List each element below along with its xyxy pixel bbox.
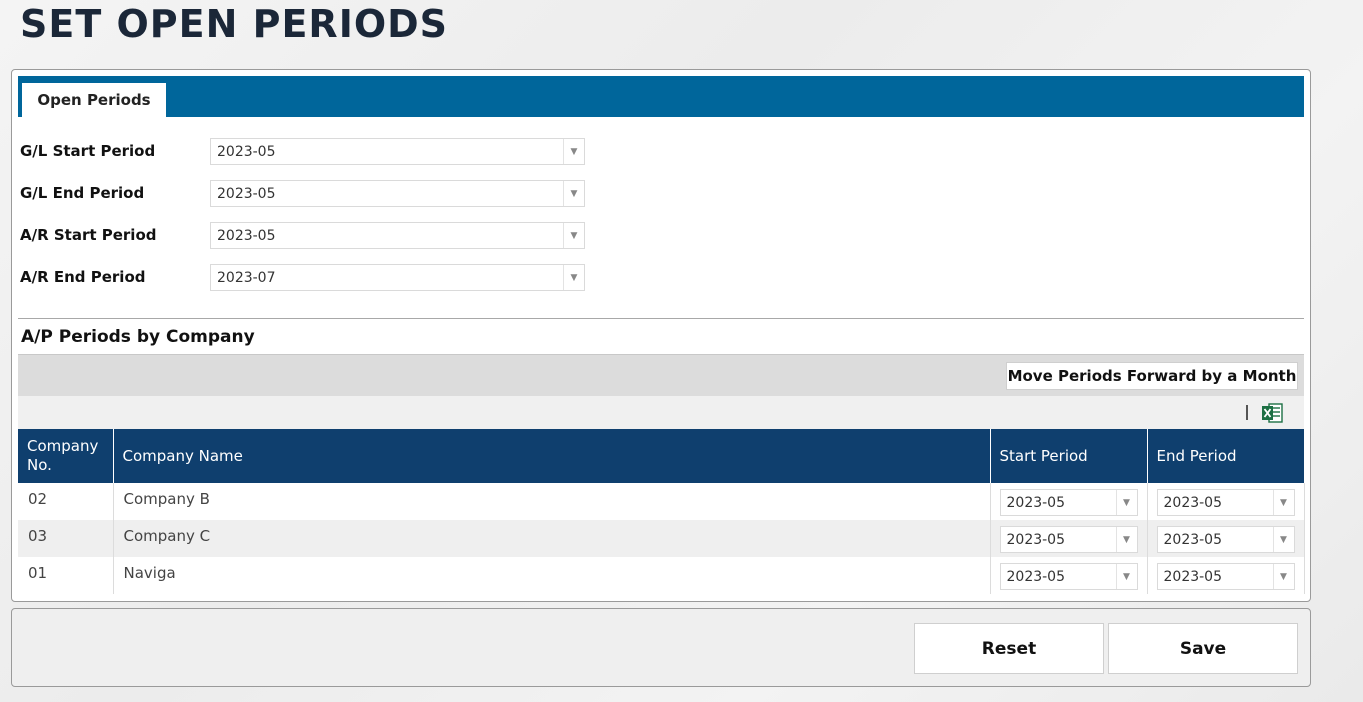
end-period-select[interactable]: 2023-05 ▼	[1156, 526, 1295, 553]
tab-bar: Open Periods	[18, 76, 1304, 117]
end-period-value: 2023-05	[1163, 532, 1223, 548]
grid-icon-bar	[18, 396, 1304, 429]
toolbar-separator	[1246, 405, 1248, 420]
column-header-end-period[interactable]: End Period	[1147, 429, 1304, 483]
end-period-select[interactable]: 2023-05 ▼	[1156, 563, 1295, 590]
chevron-down-icon[interactable]: ▼	[563, 139, 584, 164]
ap-periods-table: Company No. Company Name Start Period End…	[18, 429, 1305, 594]
ar-start-period-select[interactable]: 2023-05 ▼	[210, 222, 585, 249]
company-name-cell: Naviga	[113, 557, 991, 594]
ar-end-period-row: A/R End Period 2023-07 ▼	[20, 264, 600, 292]
gl-start-period-value: 2023-05	[217, 144, 276, 160]
start-period-select[interactable]: 2023-05 ▼	[999, 526, 1138, 553]
column-header-company-name[interactable]: Company Name	[113, 429, 991, 483]
chevron-down-icon[interactable]: ▼	[1115, 490, 1137, 515]
chevron-down-icon[interactable]: ▼	[1272, 564, 1294, 589]
move-periods-forward-button[interactable]: Move Periods Forward by a Month	[1006, 362, 1298, 390]
tab-open-periods[interactable]: Open Periods	[22, 83, 166, 117]
ar-start-period-label: A/R Start Period	[20, 226, 157, 244]
gl-start-period-label: G/L Start Period	[20, 142, 156, 160]
ar-start-period-value: 2023-05	[217, 228, 276, 244]
company-name-cell: Company C	[113, 520, 991, 557]
chevron-down-icon[interactable]: ▼	[1272, 490, 1294, 515]
ar-start-period-row: A/R Start Period 2023-05 ▼	[20, 222, 600, 250]
company-no-cell: 01	[18, 557, 114, 594]
grid-toolbar: Move Periods Forward by a Month	[18, 354, 1304, 396]
end-period-select[interactable]: 2023-05 ▼	[1156, 489, 1295, 516]
ap-section-title: A/P Periods by Company	[21, 327, 255, 347]
start-period-cell: 2023-05 ▼	[990, 483, 1148, 520]
start-period-cell: 2023-05 ▼	[990, 520, 1148, 557]
open-periods-panel: Open Periods G/L Start Period 2023-05 ▼ …	[11, 69, 1311, 602]
ar-end-period-label: A/R End Period	[20, 268, 146, 286]
company-no-cell: 02	[18, 483, 114, 520]
chevron-down-icon[interactable]: ▼	[1272, 527, 1294, 552]
page-title: SET OPEN PERIODS	[20, 2, 449, 46]
table-header-row: Company No. Company Name Start Period End…	[18, 429, 1304, 483]
ar-end-period-select[interactable]: 2023-07 ▼	[210, 264, 585, 291]
table-row: 01 Naviga 2023-05 ▼ 2023-05 ▼	[18, 557, 1305, 594]
start-period-value: 2023-05	[1006, 495, 1066, 511]
end-period-value: 2023-05	[1163, 495, 1223, 511]
table-row: 03 Company C 2023-05 ▼ 2023-05 ▼	[18, 520, 1305, 557]
table-row: 02 Company B 2023-05 ▼ 2023-05 ▼	[18, 483, 1305, 520]
section-divider	[18, 318, 1304, 319]
end-period-cell: 2023-05 ▼	[1147, 520, 1305, 557]
ar-end-period-value: 2023-07	[217, 270, 276, 286]
gl-start-period-row: G/L Start Period 2023-05 ▼	[20, 138, 600, 166]
gl-end-period-value: 2023-05	[217, 186, 276, 202]
save-button[interactable]: Save	[1108, 623, 1298, 674]
gl-end-period-select[interactable]: 2023-05 ▼	[210, 180, 585, 207]
action-bar: Reset Save	[11, 608, 1311, 687]
chevron-down-icon[interactable]: ▼	[563, 181, 584, 206]
column-header-start-period[interactable]: Start Period	[990, 429, 1148, 483]
end-period-cell: 2023-05 ▼	[1147, 483, 1305, 520]
company-no-cell: 03	[18, 520, 114, 557]
start-period-select[interactable]: 2023-05 ▼	[999, 563, 1138, 590]
end-period-cell: 2023-05 ▼	[1147, 557, 1305, 594]
column-header-company-no[interactable]: Company No.	[18, 429, 114, 483]
gl-start-period-select[interactable]: 2023-05 ▼	[210, 138, 585, 165]
reset-button[interactable]: Reset	[914, 623, 1104, 674]
chevron-down-icon[interactable]: ▼	[1115, 527, 1137, 552]
gl-end-period-label: G/L End Period	[20, 184, 145, 202]
start-period-value: 2023-05	[1006, 569, 1066, 585]
start-period-select[interactable]: 2023-05 ▼	[999, 489, 1138, 516]
chevron-down-icon[interactable]: ▼	[1115, 564, 1137, 589]
chevron-down-icon[interactable]: ▼	[563, 265, 584, 290]
chevron-down-icon[interactable]: ▼	[563, 223, 584, 248]
gl-end-period-row: G/L End Period 2023-05 ▼	[20, 180, 600, 208]
start-period-value: 2023-05	[1006, 532, 1066, 548]
excel-export-icon[interactable]	[1262, 403, 1283, 423]
start-period-cell: 2023-05 ▼	[990, 557, 1148, 594]
end-period-value: 2023-05	[1163, 569, 1223, 585]
company-name-cell: Company B	[113, 483, 991, 520]
